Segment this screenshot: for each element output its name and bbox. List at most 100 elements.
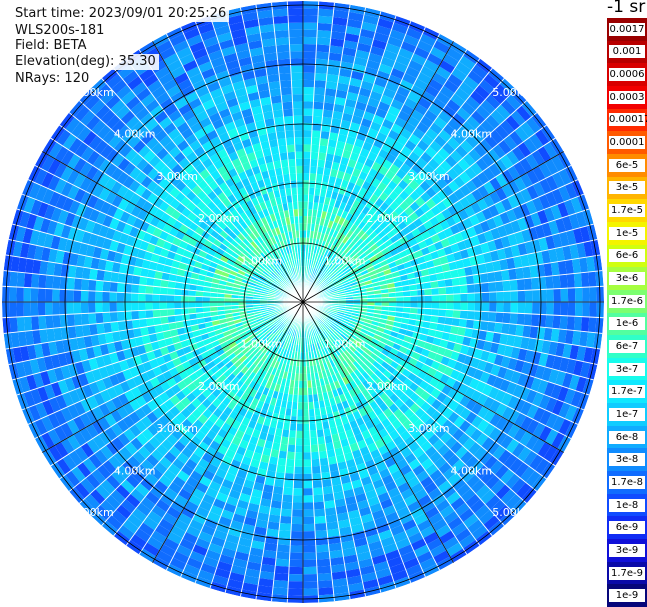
beam-gate bbox=[466, 310, 475, 320]
beam-gate bbox=[517, 290, 526, 302]
beam-gate bbox=[95, 291, 103, 302]
beam-gate bbox=[293, 480, 303, 489]
beam-gate bbox=[589, 286, 597, 302]
beam-gate bbox=[314, 72, 327, 82]
beam-gate bbox=[138, 302, 146, 311]
beam-gate bbox=[287, 444, 296, 453]
beam-gate bbox=[303, 581, 319, 589]
beam-gate bbox=[446, 302, 454, 310]
beam-gate bbox=[152, 286, 161, 295]
beam-gate bbox=[276, 551, 290, 560]
beam-gate bbox=[303, 488, 314, 496]
beam-gate bbox=[292, 488, 303, 496]
beam-gate bbox=[289, 559, 303, 568]
beam-gate bbox=[9, 286, 17, 302]
beam-gate bbox=[515, 267, 524, 280]
beam-gate bbox=[438, 302, 447, 310]
beam-gate bbox=[290, 531, 303, 539]
beam-gate bbox=[322, 109, 334, 118]
beam-gate bbox=[295, 437, 303, 446]
beam-gate bbox=[496, 302, 504, 313]
beam-gate bbox=[303, 402, 309, 410]
beam-gate bbox=[303, 502, 314, 510]
beam-gate bbox=[280, 508, 293, 517]
beam-gate bbox=[446, 294, 454, 302]
beam-gate bbox=[303, 165, 311, 174]
beam-gate bbox=[275, 558, 290, 567]
beam-gate bbox=[303, 15, 319, 23]
beam-gate bbox=[95, 280, 104, 292]
beam-gate bbox=[109, 291, 117, 302]
beam-gate bbox=[272, 486, 284, 495]
beam-gate bbox=[309, 166, 318, 174]
beam-gate bbox=[574, 287, 583, 302]
beam-gate bbox=[110, 321, 119, 333]
beam-gate bbox=[317, 579, 333, 589]
beam-gate bbox=[96, 269, 105, 282]
beam-gate bbox=[283, 480, 294, 489]
beam-gate bbox=[276, 464, 286, 474]
beam-gate bbox=[290, 538, 303, 546]
beam-gate bbox=[30, 287, 39, 302]
beam-gate bbox=[195, 296, 203, 302]
beam-gate bbox=[303, 545, 317, 553]
beam-gate bbox=[89, 323, 98, 336]
beam-gate bbox=[509, 279, 518, 292]
beam-gate bbox=[303, 144, 312, 152]
beam-gate bbox=[73, 302, 82, 315]
beam-gate bbox=[319, 457, 329, 466]
beam-gate bbox=[279, 515, 292, 524]
beam-gate bbox=[316, 44, 330, 53]
beam-gate bbox=[501, 269, 510, 282]
beam-gate bbox=[303, 51, 317, 59]
beam-gate bbox=[166, 302, 175, 310]
beam-gate bbox=[567, 302, 576, 317]
beam-gate bbox=[312, 487, 324, 496]
beam-gate bbox=[314, 522, 327, 532]
beam-gate bbox=[88, 290, 96, 302]
beam-gate bbox=[30, 302, 39, 317]
beam-gate bbox=[88, 312, 97, 325]
beam-gate bbox=[466, 284, 475, 294]
beam-gate bbox=[303, 395, 309, 403]
beam-gate bbox=[273, 478, 285, 488]
beam-gate bbox=[403, 296, 411, 302]
beam-gate bbox=[303, 194, 309, 202]
beam-gate bbox=[110, 271, 119, 283]
beam-gate bbox=[588, 317, 597, 333]
beam-gate bbox=[314, 515, 327, 524]
beam-gate bbox=[315, 65, 328, 74]
beam-gate bbox=[116, 311, 125, 322]
beam-gate bbox=[288, 566, 303, 575]
beam-gate bbox=[286, 451, 296, 460]
beam-gate bbox=[317, 572, 333, 582]
beam-gate bbox=[277, 457, 287, 466]
beam-gate bbox=[268, 514, 281, 523]
beam-gate bbox=[303, 452, 312, 460]
beam-gate bbox=[131, 319, 141, 329]
beam-gate bbox=[531, 314, 540, 327]
beam-gate bbox=[273, 572, 289, 582]
beam-gate bbox=[296, 416, 303, 424]
beam-gate bbox=[9, 302, 17, 318]
beam-gate bbox=[303, 466, 313, 474]
beam-gate bbox=[281, 501, 293, 510]
beam-gate bbox=[303, 180, 310, 188]
beam-gate bbox=[310, 158, 318, 167]
beam-gate bbox=[487, 271, 496, 283]
beam-gate bbox=[295, 445, 303, 453]
beam-gate bbox=[294, 452, 303, 460]
beam-gate bbox=[188, 295, 196, 302]
beam-gate bbox=[303, 423, 310, 431]
beam-gate bbox=[481, 311, 490, 322]
beam-gate bbox=[312, 108, 324, 117]
beam-gate bbox=[316, 565, 332, 574]
beam-gate bbox=[539, 302, 547, 315]
beam-gate bbox=[303, 559, 317, 568]
beam-gate bbox=[37, 302, 46, 316]
beam-gate bbox=[303, 588, 319, 596]
beam-gate bbox=[303, 430, 311, 439]
beam-gate bbox=[312, 480, 323, 489]
beam-gate bbox=[31, 273, 40, 289]
beam-gate bbox=[103, 322, 112, 334]
